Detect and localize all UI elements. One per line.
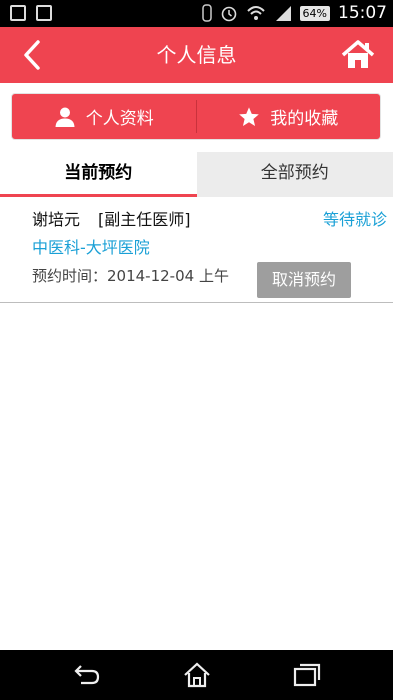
home-icon[interactable] <box>341 39 375 71</box>
appointment-card: 谢培元 [副主任医师] 等待就诊 中医科-大坪医院 预约时间：2014-12-04… <box>0 197 393 303</box>
gallery-icon <box>10 5 26 21</box>
app-header: 个人信息 <box>0 27 393 83</box>
cancel-appointment-button[interactable]: 取消预约 <box>257 262 351 298</box>
tab-all-appointments[interactable]: 全部预约 <box>197 152 393 197</box>
doctor-title: [副主任医师] <box>98 210 191 229</box>
battery-indicator: 64% <box>299 5 330 21</box>
appointment-tabs: 当前预约 全部预约 <box>0 152 393 197</box>
favorites-button[interactable]: 我的收藏 <box>197 94 381 139</box>
system-nav-bar <box>0 650 393 700</box>
appointment-status: 等待就诊 <box>322 210 387 229</box>
signal-icon <box>275 6 291 21</box>
profile-button[interactable]: 个人资料 <box>12 94 196 139</box>
appointment-time: 预约时间：2014-12-04 上午 <box>32 267 229 285</box>
tab-current-appointments[interactable]: 当前预约 <box>0 152 197 197</box>
profile-button-label: 个人资料 <box>85 109 154 129</box>
profile-segment: 个人资料 我的收藏 <box>11 93 381 140</box>
hospital-link[interactable]: 中医科-大坪医院 <box>32 234 150 258</box>
back-icon[interactable] <box>72 662 102 688</box>
notification-icon <box>36 5 52 21</box>
home-nav-icon[interactable] <box>182 662 212 688</box>
wifi-icon <box>246 6 265 20</box>
favorites-button-label: 我的收藏 <box>270 109 339 129</box>
alarm-icon <box>221 6 236 22</box>
doctor-info: 谢培元 [副主任医师] <box>32 206 191 230</box>
page-title: 个人信息 <box>156 43 237 67</box>
star-icon <box>239 106 260 126</box>
vibrate-icon <box>201 4 212 22</box>
doctor-name: 谢培元 <box>32 210 81 229</box>
clock: 15:07 <box>338 3 387 23</box>
user-icon <box>55 107 75 127</box>
recent-apps-icon[interactable] <box>292 662 322 688</box>
status-bar: 64% 15:07 <box>0 0 393 27</box>
